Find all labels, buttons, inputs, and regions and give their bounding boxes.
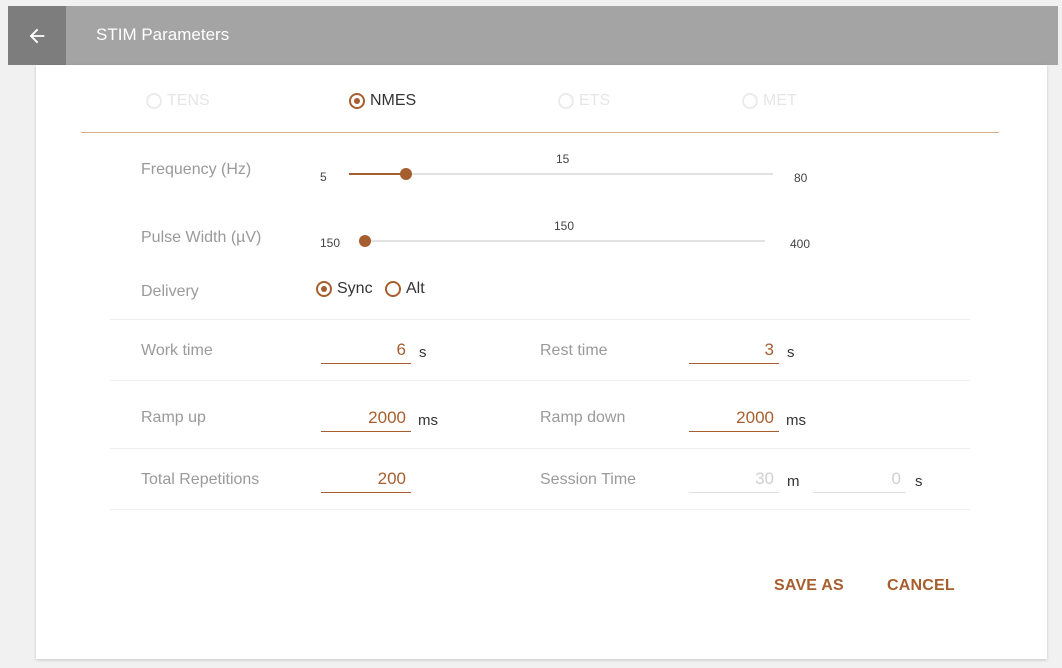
frequency-slider-thumb[interactable]	[400, 168, 412, 180]
mode-option-ets[interactable]: ETS	[558, 92, 610, 110]
radio-icon	[385, 281, 401, 297]
frequency-slider-fill	[349, 173, 405, 175]
delivery-option-sync[interactable]: Sync	[316, 280, 373, 298]
radio-selected-icon	[349, 93, 365, 109]
mode-option-nmes[interactable]: NMES	[349, 92, 416, 110]
session-seconds-unit: s	[915, 473, 923, 490]
radio-selected-icon	[316, 281, 332, 297]
ramp-down-input[interactable]: 2000	[689, 406, 779, 432]
radio-icon	[146, 93, 162, 109]
pulse-width-slider-track[interactable]	[365, 240, 765, 242]
ramp-down-label: Ramp down	[540, 409, 626, 426]
work-time-value: 6	[396, 340, 406, 359]
session-minutes-input[interactable]: 30	[689, 467, 779, 493]
frequency-max: 80	[794, 171, 808, 185]
pulse-width-label: Pulse Width (µV)	[141, 229, 262, 246]
stim-parameters-card: TENS NMES ETS MET Frequency (Hz) 5 15 80…	[36, 65, 1047, 659]
app-bar: STIM Parameters	[8, 6, 1058, 65]
rest-time-value: 3	[764, 340, 774, 359]
session-minutes-unit: m	[787, 473, 800, 490]
row-divider	[110, 380, 970, 381]
mode-option-tens[interactable]: TENS	[146, 92, 210, 110]
mode-label: TENS	[167, 92, 210, 109]
rest-time-label: Rest time	[540, 342, 608, 359]
delivery-option-label: Sync	[337, 280, 373, 297]
frequency-slider-track[interactable]	[349, 173, 773, 175]
session-seconds-input[interactable]: 0	[813, 467, 906, 493]
delivery-option-label: Alt	[406, 280, 425, 297]
ramp-down-unit: ms	[786, 412, 806, 429]
ramp-up-unit: ms	[418, 412, 438, 429]
arrow-left-icon	[29, 28, 45, 43]
frequency-value: 15	[556, 152, 570, 166]
rest-time-unit: s	[787, 344, 795, 361]
page-title: STIM Parameters	[96, 25, 230, 44]
mode-divider	[81, 132, 999, 133]
pulse-width-max: 400	[790, 237, 811, 251]
pulse-width-value: 150	[554, 219, 575, 233]
delivery-option-alt[interactable]: Alt	[385, 280, 425, 298]
mode-label: MET	[763, 92, 797, 109]
row-divider	[110, 319, 970, 320]
row-divider	[110, 448, 970, 449]
delivery-label: Delivery	[141, 283, 199, 300]
mode-label: NMES	[370, 92, 417, 109]
mode-label: ETS	[579, 92, 611, 109]
back-button[interactable]	[8, 6, 66, 65]
session-time-label: Session Time	[540, 471, 637, 488]
session-seconds-value: 0	[891, 469, 901, 488]
frequency-label: Frequency (Hz)	[141, 161, 252, 178]
row-divider	[110, 509, 970, 510]
mode-option-met[interactable]: MET	[742, 92, 797, 110]
work-time-unit: s	[419, 344, 427, 361]
pulse-width-min: 150	[320, 236, 341, 250]
rest-time-input[interactable]: 3	[689, 338, 779, 364]
ramp-up-input[interactable]: 2000	[321, 406, 411, 432]
cancel-button[interactable]: CANCEL	[887, 577, 955, 595]
save-as-button[interactable]: SAVE AS	[774, 577, 844, 595]
ramp-up-value: 2000	[368, 408, 406, 427]
radio-icon	[558, 93, 574, 109]
frequency-min: 5	[320, 170, 327, 184]
session-minutes-value: 30	[755, 469, 774, 488]
radio-icon	[742, 93, 758, 109]
pulse-width-slider-thumb[interactable]	[359, 235, 371, 247]
work-time-input[interactable]: 6	[321, 338, 411, 364]
total-repetitions-label: Total Repetitions	[141, 471, 260, 488]
ramp-down-value: 2000	[736, 408, 774, 427]
total-repetitions-input[interactable]: 200	[321, 467, 411, 493]
total-repetitions-value: 200	[377, 469, 406, 488]
work-time-label: Work time	[141, 342, 213, 359]
ramp-up-label: Ramp up	[141, 409, 206, 426]
